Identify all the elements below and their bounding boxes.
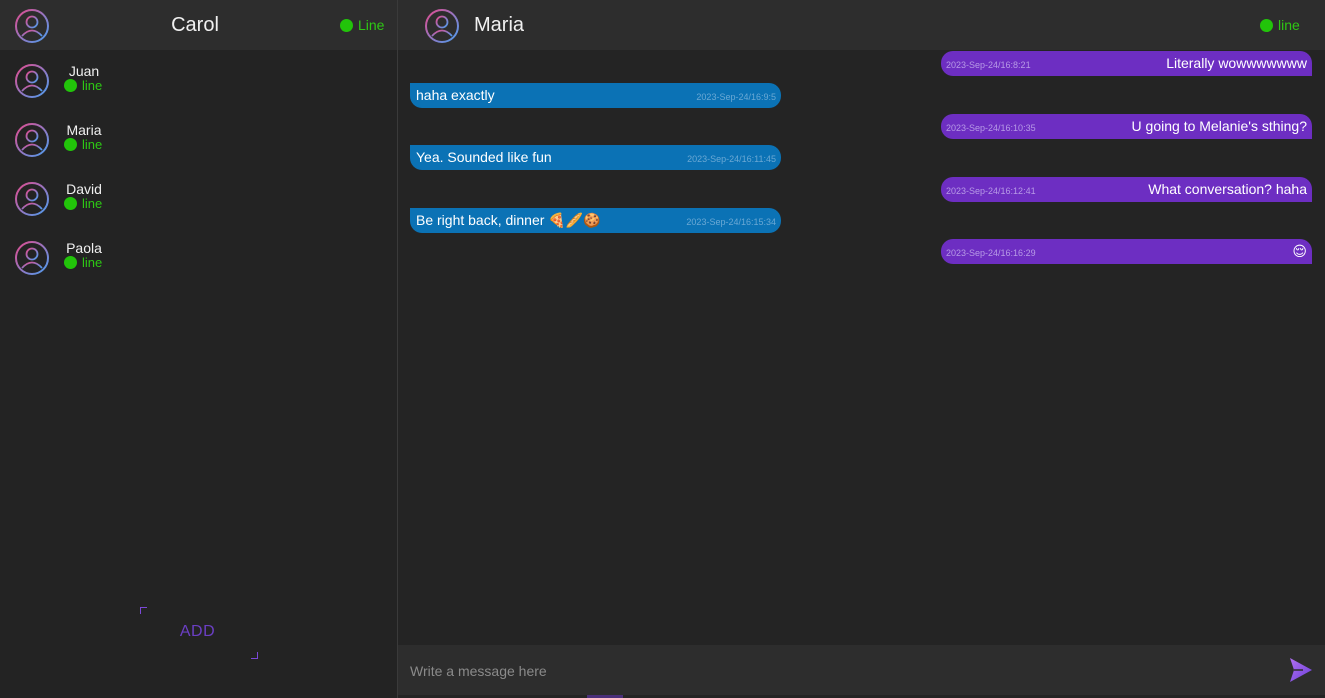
sidebar-header: Carol Line [0, 0, 397, 50]
chat-contact-name: Maria [474, 14, 525, 36]
message-composer [398, 645, 1325, 695]
add-button-label: ADD [179, 623, 216, 640]
contact-name: David [66, 181, 102, 197]
status-label: line [82, 196, 103, 211]
received-message: haha exactly 2023-Sep-24/16:9:5 [410, 83, 781, 108]
current-user-status: Line [340, 17, 384, 33]
status-label: line [82, 137, 103, 152]
message-text: U going to Melanie's sthing? [1131, 118, 1307, 134]
message-timestamp: 2023-Sep-24/16:15:34 [686, 217, 776, 227]
contact-item-david[interactable]: David line [0, 181, 397, 237]
contact-status: line [64, 196, 102, 211]
chat-contact-status: line [1260, 17, 1300, 33]
contact-name: Maria [66, 122, 102, 138]
status-label: line [82, 78, 103, 93]
contact-avatar-icon [14, 63, 50, 99]
online-dot-icon [1260, 18, 1273, 32]
message-input[interactable] [408, 657, 1272, 685]
message-text: What conversation? haha [1148, 181, 1307, 197]
message-timestamp: 2023-Sep-24/16:12:41 [946, 186, 1036, 196]
status-label: line [1278, 17, 1300, 33]
contact-avatar-icon [14, 240, 50, 276]
send-icon[interactable] [1289, 657, 1313, 683]
message-text: Literally wowwwwwww [1166, 55, 1307, 71]
online-dot-icon [340, 18, 353, 32]
status-label: Line [358, 17, 385, 33]
message-timestamp: 2023-Sep-24/16:8:21 [946, 60, 1031, 70]
sent-message: 2023-Sep-24/16:12:41 What conversation? … [941, 177, 1312, 202]
sent-message: 2023-Sep-24/16:16:29 😌 [941, 239, 1312, 264]
message-timestamp: 2023-Sep-24/16:10:35 [946, 123, 1036, 133]
contact-item-juan[interactable]: Juan line [0, 63, 397, 119]
message-timestamp: 2023-Sep-24/16:11:45 [687, 154, 776, 164]
contact-name: Paola [66, 240, 102, 256]
message-text: 😌 [1292, 243, 1307, 259]
current-user-name: Carol [171, 14, 219, 36]
message-timestamp: 2023-Sep-24/16:16:29 [946, 248, 1036, 258]
contact-status: line [64, 255, 102, 270]
chat-header: Maria line [398, 0, 1325, 50]
contact-avatar-icon [14, 181, 50, 217]
received-message: Yea. Sounded like fun 2023-Sep-24/16:11:… [410, 145, 781, 170]
sent-message: 2023-Sep-24/16:8:21 Literally wowwwwwww [941, 51, 1312, 76]
received-message: Be right back, dinner 🍕🥖🍪 2023-Sep-24/16… [410, 208, 781, 233]
corner-decoration [140, 607, 147, 614]
message-timestamp: 2023-Sep-24/16:9:5 [696, 92, 776, 102]
online-dot-icon [64, 256, 77, 269]
online-dot-icon [64, 79, 77, 92]
contact-item-maria[interactable]: Maria line [0, 122, 397, 178]
chat-contact-avatar-icon[interactable] [424, 8, 460, 44]
message-text: haha exactly [416, 87, 495, 103]
contact-status: line [64, 78, 102, 93]
contact-avatar-icon [14, 122, 50, 158]
corner-decoration [251, 652, 258, 659]
contact-status: line [64, 137, 102, 152]
contact-name: Juan [68, 63, 100, 79]
message-text: Be right back, dinner 🍕🥖🍪 [416, 212, 601, 228]
status-label: line [82, 255, 103, 270]
contact-item-paola[interactable]: Paola line [0, 240, 397, 296]
add-contact-button[interactable]: ADD [140, 607, 258, 659]
message-text: Yea. Sounded like fun [416, 149, 552, 165]
sent-message: 2023-Sep-24/16:10:35 U going to Melanie'… [941, 114, 1312, 139]
online-dot-icon [64, 138, 77, 151]
online-dot-icon [64, 197, 77, 210]
contacts-sidebar: Carol Line Juan line Maria line David li… [0, 0, 398, 698]
